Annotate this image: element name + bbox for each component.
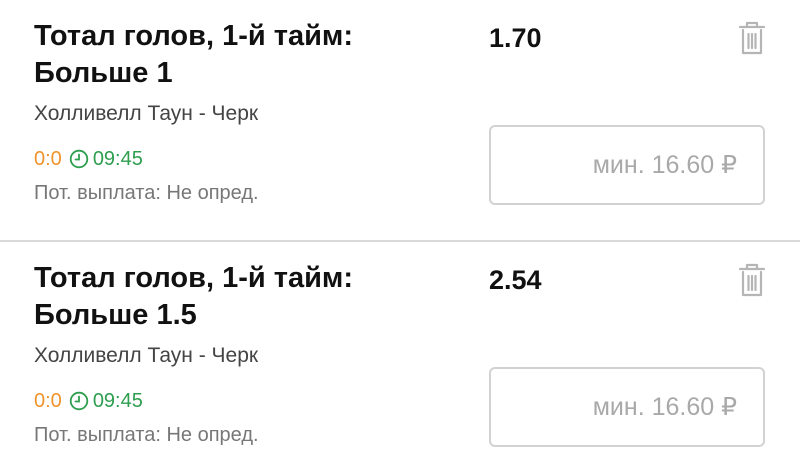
potential-payout: Пот. выплата: Не опред. (34, 182, 259, 204)
match-status: 0:0 09:45 (34, 388, 143, 414)
odds-value: 2.54 (489, 265, 542, 295)
market-title: Тотал голов, 1-й тайм: Больше 1 (34, 20, 354, 89)
odds-value: 1.70 (489, 23, 542, 53)
match-status: 0:0 09:45 (34, 146, 143, 172)
market-title: Тотал голов, 1-й тайм: Больше 1.5 (34, 262, 354, 331)
match-name: Холливелл Таун - Черк (34, 344, 259, 367)
match-time: 09:45 (92, 148, 143, 170)
trash-icon[interactable] (732, 18, 772, 58)
stake-input[interactable] (489, 367, 765, 447)
clock-icon (69, 149, 89, 169)
bet-item: Тотал голов, 1-й тайм: Больше 1 1.70 Хол… (0, 0, 800, 240)
live-score: 0:0 (34, 148, 62, 170)
trash-icon[interactable] (732, 260, 772, 300)
match-time: 09:45 (92, 390, 143, 412)
stake-input[interactable] (489, 125, 765, 205)
live-score: 0:0 (34, 390, 62, 412)
match-name: Холливелл Таун - Черк (34, 102, 259, 125)
bet-slip-list: Тотал голов, 1-й тайм: Больше 1 1.70 Хол… (0, 0, 800, 472)
potential-payout: Пот. выплата: Не опред. (34, 424, 259, 446)
clock-icon (69, 391, 89, 411)
bet-item: Тотал голов, 1-й тайм: Больше 1.5 2.54 Х… (0, 242, 800, 472)
